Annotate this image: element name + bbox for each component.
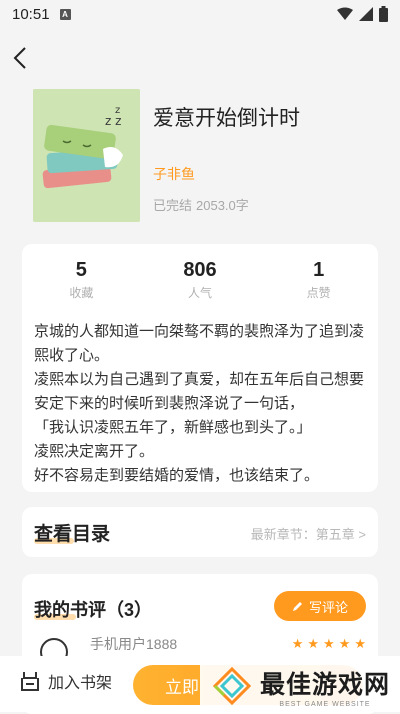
- stat-favorites: 5 收藏: [22, 256, 141, 302]
- description-line: 「我认识凌熙五年了，新鲜感也到头了。」: [34, 419, 312, 436]
- read-now-label: 立即: [165, 677, 199, 697]
- signal-icon: [359, 7, 373, 21]
- stat-value: 5: [75, 259, 87, 281]
- write-review-label: 写评论: [308, 599, 348, 615]
- stat-label: 人气: [188, 286, 213, 300]
- reviewer-name: 手机用户1888: [90, 636, 178, 652]
- watermark-cn: 最佳游戏网: [260, 670, 391, 699]
- book-title: 爱意开始倒计时: [153, 107, 300, 130]
- stat-label: 点赞: [306, 286, 331, 300]
- back-button[interactable]: [6, 42, 34, 74]
- stat-value: 1: [313, 259, 325, 281]
- latest-chapter-link[interactable]: 最新章节：第五章 >: [251, 524, 366, 543]
- site-watermark: 最佳游戏网 BEST GAME WEBSITE: [200, 660, 400, 712]
- bookshelf-icon: [21, 672, 39, 691]
- book-cover[interactable]: z z z: [33, 89, 140, 222]
- book-description: 京城的人都知道一向桀骜不羁的裴煦泽为了追到凌熙收了心。 凌熙本以为自己遇到了真爱…: [34, 320, 374, 488]
- star-icon: ★: [323, 636, 335, 651]
- watermark-en: BEST GAME WEBSITE: [279, 700, 371, 708]
- review-section-title: 我的书评（3）: [34, 600, 153, 620]
- watermark-logo-icon: [212, 666, 252, 706]
- status-time: 10:51: [12, 5, 50, 23]
- book-status: 已完结 2053.0字: [153, 195, 253, 214]
- notification-a-icon: A: [59, 8, 71, 20]
- toc-title: 查看目录: [34, 524, 111, 545]
- add-to-shelf-label: 加入书架: [48, 675, 113, 692]
- battery-icon: [379, 6, 388, 22]
- status-bar: 10:51 A: [0, 0, 400, 28]
- star-icon: ★: [307, 636, 320, 651]
- chevron-left-icon: [13, 47, 26, 69]
- stat-likes: 1 点赞: [259, 256, 378, 302]
- stat-popularity: 806 人气: [141, 256, 260, 302]
- sleeping-book-cover-icon: z z z: [33, 89, 140, 222]
- description-line: 京城的人都知道一向桀骜不羁的裴煦泽为了追到凌熙收了心。: [34, 323, 365, 364]
- book-info-card: 5 收藏 806 人气 1 点赞 京城的人都知道一向桀骜不羁的裴煦泽为了追到凌熙…: [22, 244, 378, 492]
- star-icon: ★: [354, 636, 366, 651]
- stat-label: 收藏: [69, 286, 94, 300]
- description-line: 凌熙本以为自己遇到了真爱，却在五年后自己想要安定下来的时候听到裴煦泽说了一句话，: [34, 371, 365, 412]
- stats-row: 5 收藏 806 人气 1 点赞: [22, 256, 378, 302]
- toc-card[interactable]: 查看目录 最新章节：第五章 >: [22, 507, 378, 557]
- book-state: 已完结: [153, 198, 193, 213]
- star-icon: ★: [291, 636, 304, 651]
- description-line: 好不容易走到要结婚的爱情，也该结束了。: [34, 467, 320, 484]
- write-review-button[interactable]: 写评论: [274, 591, 366, 621]
- book-word-count: 2053.0字: [196, 198, 249, 213]
- review-rating: ★ ★ ★ ★ ★: [292, 636, 366, 652]
- wifi-icon: [337, 7, 353, 20]
- add-to-shelf-button[interactable]: 加入书架: [20, 669, 112, 693]
- description-line: 凌熙决定离开了。: [34, 443, 155, 460]
- pencil-icon: [292, 602, 302, 611]
- star-icon: ★: [338, 636, 351, 651]
- book-author[interactable]: 子非鱼: [153, 164, 195, 184]
- svg-text:z z: z z: [105, 114, 121, 128]
- svg-text:z: z: [115, 105, 120, 116]
- stat-value: 806: [183, 259, 217, 281]
